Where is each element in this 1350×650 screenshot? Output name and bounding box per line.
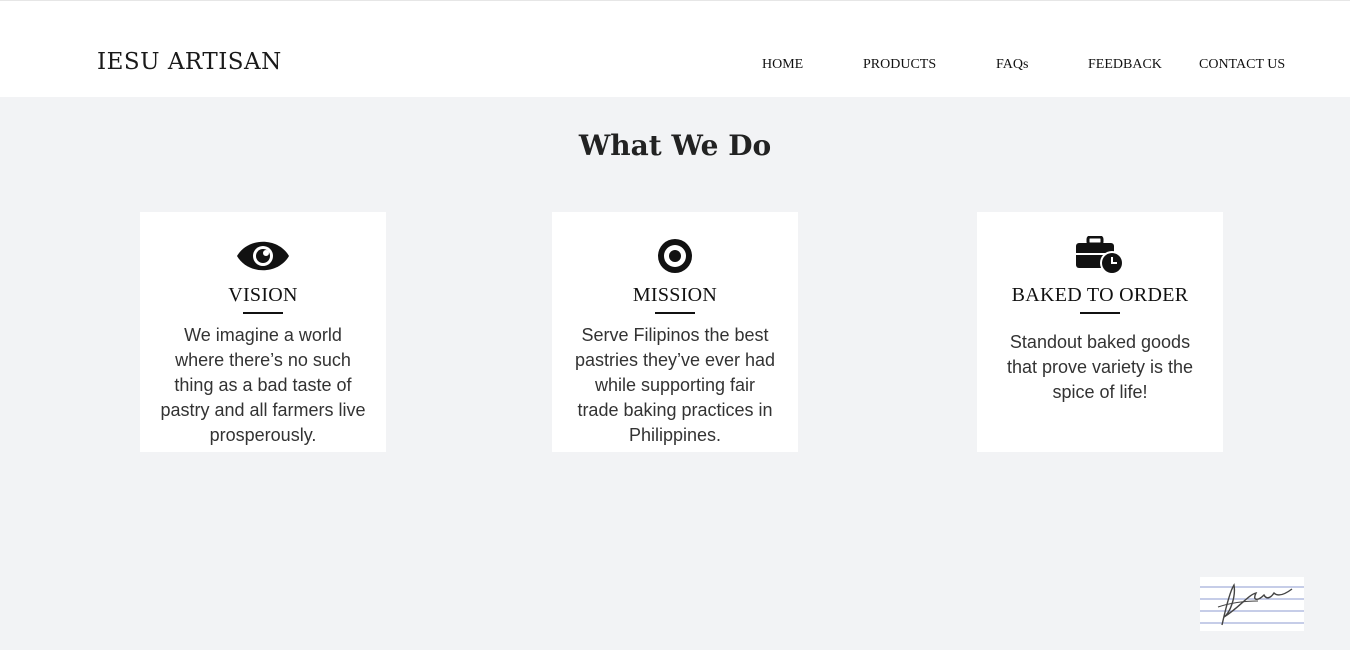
main-nav: HOME PRODUCTS FAQs FEEDBACK CONTACT US — [0, 55, 1350, 75]
card-title: MISSION — [632, 284, 718, 306]
card-baked-to-order: BAKED TO ORDER Standout baked goods that… — [977, 212, 1223, 452]
title-underline — [1080, 312, 1120, 314]
card-description: Serve Filipinos the best pastries they’v… — [574, 325, 776, 445]
nav-home[interactable]: HOME — [762, 55, 803, 75]
site-header: IESU ARTISAN HOME PRODUCTS FAQs FEEDBACK… — [0, 0, 1350, 97]
section-title: What We Do — [578, 129, 772, 162]
card-mission: MISSION Serve Filipinos the best pastrie… — [552, 212, 798, 452]
nav-feedback[interactable]: FEEDBACK — [1088, 55, 1162, 75]
target-icon — [552, 236, 798, 276]
card-vision: VISION We imagine a world where there’s … — [140, 212, 386, 452]
title-underline — [655, 312, 695, 314]
card-title: VISION — [228, 284, 298, 306]
eye-icon — [140, 236, 386, 276]
nav-contact-us[interactable]: CONTACT US — [1199, 55, 1285, 75]
card-description: Standout baked goods that prove variety … — [1006, 332, 1194, 402]
signature-badge[interactable] — [1200, 577, 1304, 631]
briefcase-clock-icon — [977, 236, 1223, 276]
card-description: We imagine a world where there’s no such… — [160, 325, 366, 445]
title-underline — [243, 312, 283, 314]
nav-products[interactable]: PRODUCTS — [863, 55, 936, 75]
card-title: BAKED TO ORDER — [1011, 284, 1189, 306]
nav-faqs[interactable]: FAQs — [996, 55, 1028, 75]
